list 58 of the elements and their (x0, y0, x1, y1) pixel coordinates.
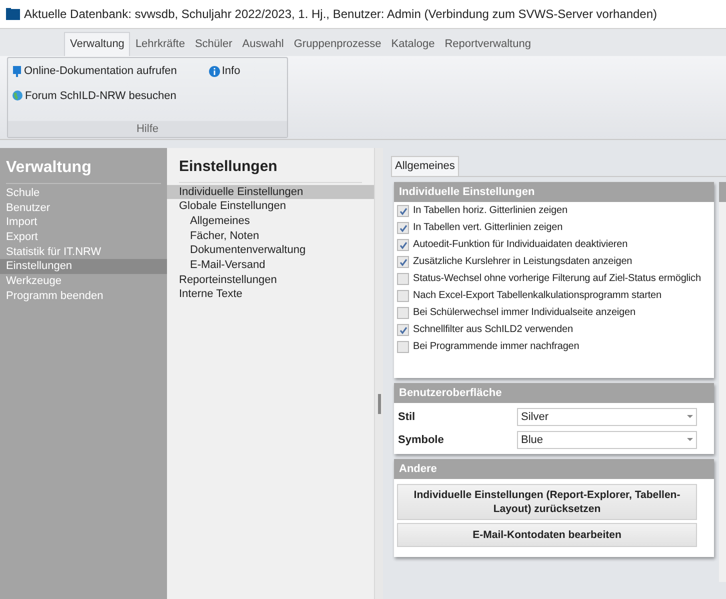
checkbox[interactable] (397, 341, 409, 353)
ribbon-tab[interactable]: Gruppenprozesse (288, 32, 386, 56)
ribbon-tab[interactable]: Schüler (190, 32, 238, 56)
content-tab[interactable]: Allgemeines (391, 156, 459, 176)
group-title: Hilfe (8, 121, 287, 137)
navigation-item[interactable]: Individuelle Einstellungen (167, 184, 374, 200)
option-label: Status-Wechsel ohne vorherige Filterung auf Ziel-Status ermöglich (413, 273, 701, 285)
checkmark-icon (398, 326, 408, 334)
caret-icon (687, 415, 693, 419)
navigation-item[interactable]: Fächer, Noten (167, 228, 374, 244)
info-icon (208, 66, 220, 77)
option-label: Bei Programmende immer nachfragen (413, 341, 580, 353)
navigation-item[interactable]: Dokumentenverwaltung (167, 243, 374, 258)
option-label: Zusätzliche Kurslehrer in Leistungsdaten anzeigen (413, 256, 632, 268)
navigation-item[interactable]: Interne Texte (167, 287, 374, 302)
checkbox[interactable] (397, 324, 409, 336)
group-header: Individuelle Einstellungen (394, 182, 714, 202)
ribbon-tab[interactable]: Reportverwaltung (440, 32, 536, 56)
navigation-item[interactable]: Reporteinstellungen (167, 272, 374, 288)
dropdown-field[interactable]: Blue (517, 431, 697, 449)
ribbon-tab[interactable]: Verwaltung (64, 32, 130, 56)
option-label: In Tabellen vert. Gitterlinien zeigen (413, 222, 563, 234)
splitter-handle[interactable] (378, 394, 380, 414)
caret-icon (687, 438, 693, 442)
group-header: Benutzeroberfläche (394, 383, 714, 403)
ribbon-tab[interactable]: Lehrkräfte (130, 32, 190, 56)
navigation-item[interactable]: Allgemeines (167, 214, 374, 229)
checkbox[interactable] (397, 222, 409, 234)
ribbon-tab[interactable]: Kataloge (386, 32, 440, 56)
navigation-item[interactable]: Globale Einstellungen (167, 199, 374, 214)
app-icon (6, 8, 20, 20)
option-label: In Tabellen horiz. Gitterlinien zeigen (413, 205, 568, 217)
option-label: Autoedit-Funktion für Individuaidaten deaktivieren (413, 239, 628, 251)
option-label: Schnellfilter aus SchILD2 verwenden (413, 324, 573, 336)
section-title: Einstellungen (179, 156, 362, 182)
ribbon-button[interactable]: Info (208, 63, 240, 80)
group-header: Andere (394, 459, 714, 479)
checkbox[interactable] (397, 307, 409, 319)
window-title: Aktuelle Datenbank: svwsdb, Schuljahr 2022/2023, 1. Hj., Benutzer: Admin (Verbindung zum SVWS-Server vorhanden) (24, 6, 658, 23)
action-button[interactable]: E-Mail-Kontodaten bearbeiten (397, 523, 697, 547)
checkbox[interactable] (397, 256, 409, 268)
field-label: Symbole (398, 432, 445, 448)
checkbox[interactable] (397, 273, 409, 285)
ribbon-button[interactable]: Online-Dokumentation aufrufen (12, 63, 177, 80)
book-icon (12, 66, 22, 77)
checkbox[interactable] (397, 239, 409, 251)
checkbox[interactable] (397, 205, 409, 217)
ribbon-button[interactable]: Forum SchILD-NRW besuchen (12, 88, 177, 104)
dropdown-field[interactable]: Silver (517, 408, 697, 426)
option-label: Nach Excel-Export Tabellenkalkulationsprogramm starten (413, 290, 662, 302)
globe-icon (12, 90, 23, 102)
ribbon-tab[interactable]: Auswahl (237, 32, 289, 56)
navigation-item[interactable]: E-Mail-Versand (167, 258, 374, 273)
field-label: Stil (398, 410, 416, 425)
sidebar-title: Verwaltung (6, 156, 161, 184)
checkbox[interactable] (397, 290, 409, 302)
action-button[interactable]: Individuelle Einstellungen (Report-Explorer, Tabellen-Layout) zurücksetzen (397, 484, 697, 520)
option-label: Bei Schülerwechsel immer Individualseite anzeigen (413, 307, 636, 319)
